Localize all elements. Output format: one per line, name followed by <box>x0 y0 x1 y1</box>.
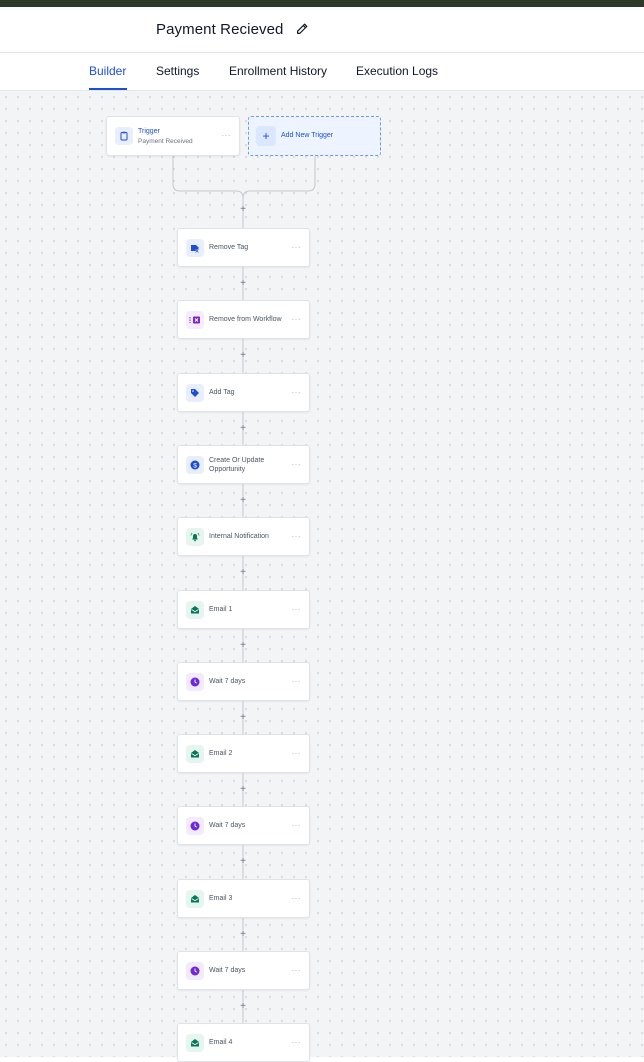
step-menu-icon[interactable]: ··· <box>292 966 302 975</box>
trigger-card[interactable]: Trigger Payment Received ··· <box>106 116 240 156</box>
plus-icon: + <box>256 126 276 146</box>
workflow-step-card[interactable]: Wait 7 days ··· <box>177 951 310 990</box>
step-menu-icon[interactable]: ··· <box>292 532 302 541</box>
workflow-step-card[interactable]: Wait 7 days ··· <box>177 662 310 701</box>
workflow-step-card[interactable]: Remove Tag ··· <box>177 228 310 267</box>
step-label: Internal Notification <box>209 533 269 540</box>
step-label: Add Tag <box>209 389 235 396</box>
workflow-step-card[interactable]: Add Tag ··· <box>177 373 310 412</box>
trigger-subtitle: Payment Received <box>138 138 193 145</box>
step-menu-icon[interactable]: ··· <box>292 894 302 903</box>
tab-enrollment-history[interactable]: Enrollment History <box>229 64 327 78</box>
remove-workflow-icon <box>186 311 204 329</box>
trigger-title: Trigger <box>138 128 160 135</box>
workflow-step-card[interactable]: Email 2 ··· <box>177 734 310 773</box>
step-menu-icon[interactable]: ··· <box>292 460 302 469</box>
email-icon <box>186 1034 204 1052</box>
tab-bar: Builder Settings Enrollment History Exec… <box>0 53 644 91</box>
clock-icon <box>186 962 204 980</box>
step-label: Wait 7 days <box>209 822 246 829</box>
step-label: Email 4 <box>209 1039 233 1046</box>
bell-icon <box>186 528 204 546</box>
step-menu-icon[interactable]: ··· <box>292 388 302 397</box>
workflow-step-card[interactable]: Remove from Workflow ··· <box>177 300 310 339</box>
email-icon <box>186 890 204 908</box>
step-menu-icon[interactable]: ··· <box>292 821 302 830</box>
step-label: Wait 7 days <box>209 678 246 685</box>
step-menu-icon[interactable]: ··· <box>292 1038 302 1047</box>
workflow-step-card[interactable]: Internal Notification ··· <box>177 517 310 556</box>
add-step-plus-icon[interactable]: + <box>237 1001 249 1013</box>
workflow-step-card[interactable]: Email 4 ··· <box>177 1023 310 1062</box>
tag-icon <box>186 384 204 402</box>
email-icon <box>186 601 204 619</box>
add-step-plus-icon[interactable]: + <box>237 350 249 362</box>
tab-builder[interactable]: Builder <box>89 64 126 78</box>
add-step-plus-icon[interactable]: + <box>237 856 249 868</box>
dollar-icon: $ <box>186 456 204 474</box>
step-menu-icon[interactable]: ··· <box>292 677 302 686</box>
workflow-step-card[interactable]: Email 1 ··· <box>177 590 310 629</box>
add-step-plus-icon[interactable]: + <box>237 640 249 652</box>
workflow-step-card[interactable]: $ Create Or Update Opportunity ··· <box>177 445 310 484</box>
step-label: Email 1 <box>209 606 233 613</box>
add-step-plus-icon[interactable]: + <box>237 567 249 579</box>
tab-settings[interactable]: Settings <box>156 64 199 78</box>
step-label: Email 2 <box>209 750 233 757</box>
step-menu-icon[interactable]: ··· <box>292 749 302 758</box>
add-step-plus-icon[interactable]: + <box>237 712 249 724</box>
tab-execution-logs[interactable]: Execution Logs <box>356 64 438 78</box>
workflow-canvas[interactable] <box>0 91 644 1057</box>
add-step-plus-icon[interactable]: + <box>237 423 249 435</box>
trigger-menu-icon[interactable]: ··· <box>222 131 232 140</box>
workflow-step-card[interactable]: Wait 7 days ··· <box>177 806 310 845</box>
clipboard-icon <box>115 127 133 145</box>
header: Payment Recieved <box>0 7 644 53</box>
step-menu-icon[interactable]: ··· <box>292 605 302 614</box>
svg-text:$: $ <box>193 462 197 469</box>
clock-icon <box>186 817 204 835</box>
step-label: Remove Tag <box>209 244 249 251</box>
add-new-trigger-label: Add New Trigger <box>281 132 334 139</box>
step-menu-icon[interactable]: ··· <box>292 315 302 324</box>
pencil-icon[interactable] <box>295 22 309 36</box>
add-step-plus-icon[interactable]: + <box>237 278 249 290</box>
step-menu-icon[interactable]: ··· <box>292 243 302 252</box>
active-tab-indicator <box>89 88 127 90</box>
add-step-plus-icon[interactable]: + <box>237 929 249 941</box>
step-label: Email 3 <box>209 895 233 902</box>
page-title: Payment Recieved <box>156 21 284 38</box>
add-step-plus-icon[interactable]: + <box>237 204 249 216</box>
email-icon <box>186 745 204 763</box>
step-label: Create Or Update Opportunity <box>209 457 265 473</box>
add-step-plus-icon[interactable]: + <box>237 784 249 796</box>
add-step-plus-icon[interactable]: + <box>237 495 249 507</box>
top-strip <box>0 0 644 7</box>
add-new-trigger-button[interactable]: + Add New Trigger <box>248 116 381 156</box>
remove-tag-icon <box>186 239 204 257</box>
clock-icon <box>186 673 204 691</box>
workflow-step-card[interactable]: Email 3 ··· <box>177 879 310 918</box>
step-label: Wait 7 days <box>209 967 246 974</box>
step-label: Remove from Workflow <box>209 316 282 323</box>
